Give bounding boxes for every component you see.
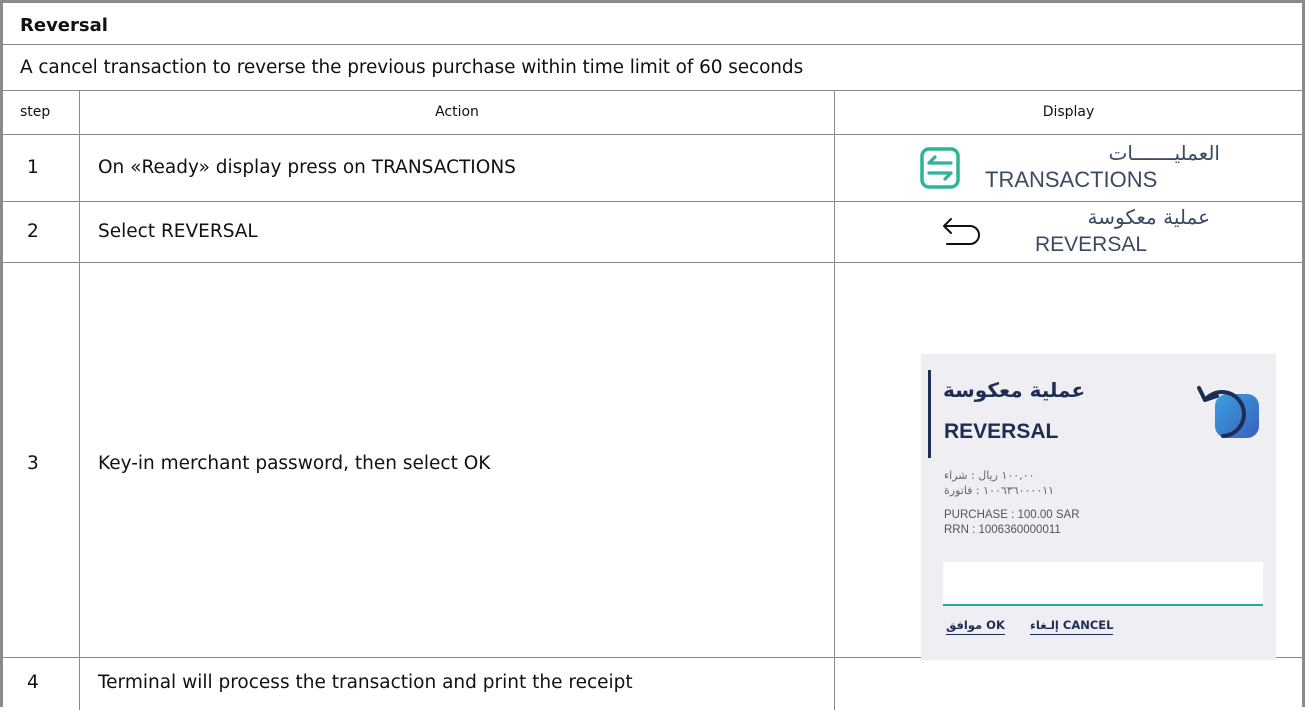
arabic-purchase-line: ١٠٠,٠٠ ريال : شراء bbox=[944, 469, 1035, 482]
description-row: A cancel transaction to reverse the prev… bbox=[3, 45, 1302, 91]
table-title-row: Reversal bbox=[3, 3, 1302, 45]
step-number: 2 bbox=[27, 221, 39, 242]
ok-button[interactable]: موافق OK bbox=[946, 618, 1005, 635]
transactions-arrows-icon bbox=[920, 147, 960, 189]
reversal-procedure-table: Reversal A cancel transaction to reverse… bbox=[0, 0, 1305, 710]
purchase-amount-line: PURCHASE : 100.00 SAR bbox=[944, 509, 1080, 521]
reversal-english-label: REVERSAL bbox=[1035, 233, 1148, 256]
page-title: Reversal bbox=[20, 15, 108, 36]
step-action: Key-in merchant password, then select OK bbox=[98, 453, 491, 474]
reversal-display: عملية معكوسة REVERSAL bbox=[835, 202, 1302, 262]
transactions-arabic-label: العمليـــــــات bbox=[1108, 141, 1220, 165]
terminal-english-title: REVERSAL bbox=[944, 420, 1059, 443]
cancel-button[interactable]: إلـغاء CANCEL bbox=[1030, 618, 1114, 635]
step-number: 1 bbox=[27, 157, 39, 178]
table-row: 2 Select REVERSAL عملية معكوسة REVERSAL bbox=[3, 202, 1302, 263]
rrn-line: RRN : 1006360000011 bbox=[944, 524, 1061, 536]
title-accent-bar bbox=[928, 370, 931, 458]
transactions-english-label: TRANSACTIONS bbox=[985, 167, 1158, 192]
terminal-arabic-title: عملية معكوسة bbox=[943, 378, 1086, 402]
empty-display-cell bbox=[835, 658, 1302, 710]
column-header-row: step Action Display bbox=[3, 91, 1302, 135]
step-action: Select REVERSAL bbox=[98, 221, 258, 242]
step-number: 3 bbox=[27, 453, 39, 474]
header-step: step bbox=[20, 104, 51, 120]
table-row: 4 Terminal will process the transaction … bbox=[3, 658, 1302, 710]
header-display: Display bbox=[1042, 104, 1095, 120]
undo-arrow-icon bbox=[943, 218, 980, 245]
return-arrow-icon bbox=[1197, 386, 1259, 438]
terminal-screen: عملية معكوسة REVERSAL ١٠٠,٠٠ ريال : شراء… bbox=[921, 354, 1276, 660]
table-row: 1 On «Ready» display press on TRANSACTIO… bbox=[3, 135, 1302, 202]
description-text: A cancel transaction to reverse the prev… bbox=[20, 57, 804, 78]
step-number: 4 bbox=[27, 672, 39, 693]
reversal-arabic-label: عملية معكوسة bbox=[1087, 205, 1210, 229]
step-action: On «Ready» display press on TRANSACTIONS bbox=[98, 157, 516, 178]
arabic-invoice-line: ١٠٠٦٣٦٠٠٠٠١١ : فاتورة bbox=[944, 484, 1055, 497]
transactions-display: العمليـــــــات TRANSACTIONS bbox=[835, 135, 1302, 201]
merchant-password-field[interactable] bbox=[943, 562, 1263, 606]
step-action: Terminal will process the transaction an… bbox=[98, 672, 633, 693]
header-action: Action bbox=[435, 104, 479, 120]
